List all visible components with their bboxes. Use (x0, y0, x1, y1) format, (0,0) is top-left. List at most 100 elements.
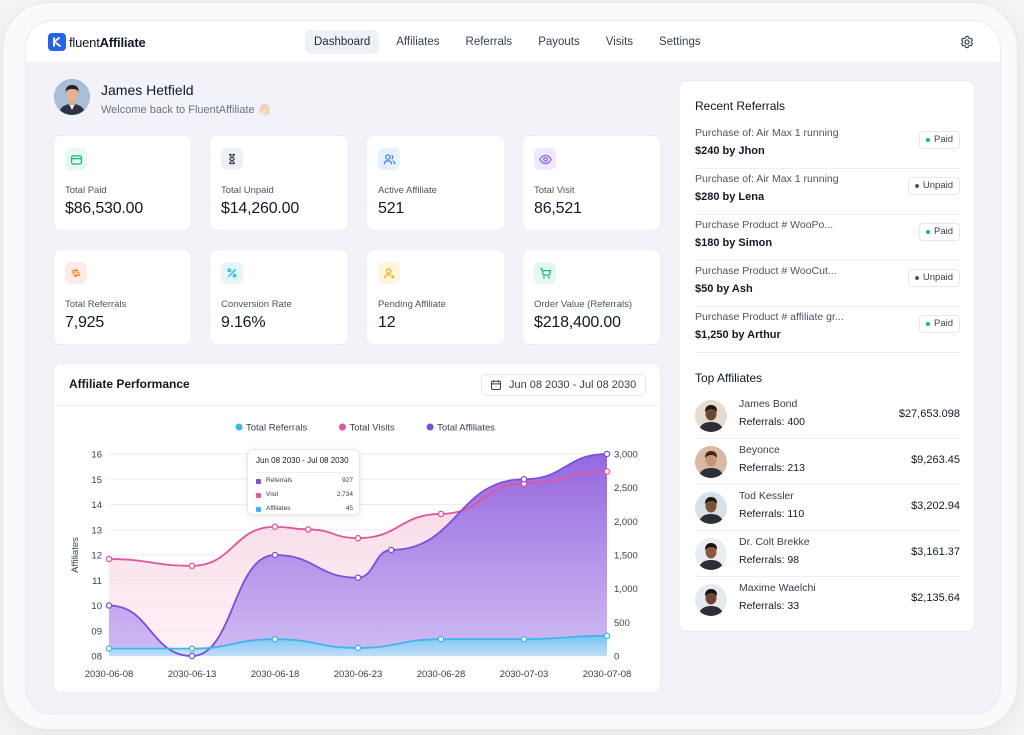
tooltip-value: 45 (345, 505, 353, 512)
brand-name-bold: Affiliate (99, 34, 146, 50)
user-pending-icon (378, 262, 400, 284)
x-tick-label: 2030-07-03 (500, 669, 549, 680)
stat-value: 9.16% (221, 314, 266, 331)
referral-row[interactable]: Purchase Product # affiliate gr... $1,25… (695, 307, 960, 353)
user-avatar[interactable] (54, 79, 90, 115)
percent-icon (221, 262, 243, 284)
stat-value: $14,260.00 (221, 200, 300, 217)
tooltip-swatch (256, 493, 261, 498)
stat-card-pending-affiliate[interactable]: Pending Affiliate 12 (366, 249, 505, 345)
total-referrals-point (271, 635, 279, 643)
date-range-picker[interactable]: Jun 08 2030 - Jul 08 2030 (481, 374, 646, 396)
stat-card-total-paid[interactable]: Total Paid $86,530.00 (53, 135, 192, 231)
affiliate-referrals: Referrals: 400 (739, 416, 805, 428)
y-right-tick-label: 3,000 (614, 450, 638, 461)
nav-settings[interactable]: Settings (650, 30, 710, 54)
nav-visits[interactable]: Visits (597, 30, 642, 54)
stat-value: 7,925 (65, 314, 105, 331)
affiliate-referrals: Referrals: 98 (739, 554, 800, 566)
y-right-tick-label: 2,000 (614, 517, 638, 528)
affiliate-amount: $3,161.37 (911, 546, 960, 558)
x-tick-label: 2030-06-13 (168, 669, 217, 680)
affiliate-row[interactable]: Dr. Colt Brekke Referrals: 98 $3,161.37 (695, 531, 960, 577)
referral-row[interactable]: Purchase of: Air Max 1 running $240 by J… (695, 123, 960, 169)
affiliate-avatar (695, 446, 727, 478)
stat-value: $86,530.00 (65, 200, 144, 217)
cart-icon (534, 262, 556, 284)
tooltip-divider (256, 472, 353, 473)
nav-payouts[interactable]: Payouts (529, 30, 589, 54)
y-right-tick-label: 1,500 (614, 551, 638, 562)
legend-swatch (426, 423, 434, 431)
affiliate-amount: $2,135.64 (911, 592, 960, 604)
y-right-tick-label: 0 (614, 652, 619, 663)
x-tick-label: 2030-06-18 (251, 669, 300, 680)
status-badge: Paid (918, 131, 960, 149)
tooltip-title: Jun 08 2030 - Jul 08 2030 (256, 456, 349, 465)
affiliate-amount: $3,202.94 (911, 500, 960, 512)
total-referrals-point (437, 635, 445, 643)
x-tick-label: 2030-06-08 (85, 669, 134, 680)
referral-row[interactable]: Purchase Product # WooPo... $180 by Simo… (695, 215, 960, 261)
x-tick-label: 2030-06-23 (334, 669, 383, 680)
gear-icon[interactable] (960, 35, 974, 49)
stat-card-total-unpaid[interactable]: Total Unpaid $14,260.00 (209, 135, 349, 231)
brand-logo[interactable]: fluentAffiliate (48, 33, 146, 51)
nav-referrals[interactable]: Referrals (457, 30, 522, 54)
stat-label: Total Paid (65, 185, 107, 196)
app-screen: fluentAffiliate Dashboard Affiliates Ref… (25, 20, 1001, 714)
nav-affiliates[interactable]: Affiliates (387, 30, 448, 54)
referral-icon (65, 262, 87, 284)
affiliate-row[interactable]: Maxime Waelchi Referrals: 33 $2,135.64 (695, 577, 960, 623)
tooltip-row-visit: Visit 2,734 (256, 491, 353, 501)
status-badge: Unpaid (907, 177, 960, 195)
y-left-tick-label: 10 (91, 601, 102, 612)
tooltip-label: Affiliates (266, 505, 291, 512)
referral-row[interactable]: Purchase Product # WooCut... $50 by Ash … (695, 261, 960, 307)
tooltip-value: 927 (342, 477, 353, 484)
y-axis-label: Affiliates (70, 537, 81, 573)
stat-card-active-affiliate[interactable]: Active Affiliate 521 (366, 135, 505, 231)
status-badge: Paid (918, 223, 960, 241)
hourglass-icon (221, 148, 243, 170)
stat-value: $218,400.00 (534, 314, 621, 331)
status-badge: Unpaid (907, 269, 960, 287)
top-affiliates-title: Top Affiliates (695, 371, 763, 385)
stat-label: Pending Affiliate (378, 299, 446, 310)
affiliate-name: James Bond (739, 398, 798, 410)
affiliate-row[interactable]: Tod Kessler Referrals: 110 $3,202.94 (695, 485, 960, 531)
referral-amount: $180 by Simon (695, 237, 773, 249)
affiliate-performance-card: Affiliate Performance Jun 08 2030 - Jul … (53, 363, 662, 693)
stat-label: Total Unpaid (221, 185, 274, 196)
affiliate-amount: $27,653.098 (898, 408, 960, 420)
user-name: James Hetfield (101, 82, 194, 98)
referral-description: Purchase Product # WooPo... (695, 219, 834, 231)
total-referrals-point (603, 632, 611, 640)
affiliate-row[interactable]: Beyonce Referrals: 213 $9,263.45 (695, 439, 960, 485)
y-left-tick-label: 14 (91, 500, 102, 511)
eye-icon (534, 148, 556, 170)
stat-label: Order Value (Referrals) (534, 299, 633, 310)
total-visits-point (105, 555, 113, 563)
total-visits-point (354, 534, 362, 542)
affiliate-row[interactable]: James Bond Referrals: 400 $27,653.098 (695, 393, 960, 439)
stat-label: Active Affiliate (378, 185, 437, 196)
affiliate-avatar (695, 400, 727, 432)
stat-card-total-visit[interactable]: Total Visit 86,521 (522, 135, 661, 231)
affiliate-name: Beyonce (739, 444, 780, 456)
stat-card-total-referrals[interactable]: Total Referrals 7,925 (53, 249, 192, 345)
total-visits-point (437, 510, 445, 518)
status-badge: Paid (918, 315, 960, 333)
referral-amount: $280 by Lena (695, 191, 765, 203)
brand-name: fluentAffiliate (69, 34, 146, 50)
nav-dashboard[interactable]: Dashboard (305, 30, 380, 54)
total-referrals-point (354, 644, 362, 652)
total-visits-point (304, 526, 312, 533)
referral-row[interactable]: Purchase of: Air Max 1 running $280 by L… (695, 169, 960, 215)
stat-card-order-value[interactable]: Order Value (Referrals) $218,400.00 (522, 249, 661, 345)
affiliate-referrals: Referrals: 110 (739, 508, 805, 520)
stat-card-conversion-rate[interactable]: Conversion Rate 9.16% (209, 249, 349, 345)
affiliate-name: Dr. Colt Brekke (739, 536, 810, 548)
affiliate-referrals: Referrals: 33 (739, 600, 800, 612)
referral-description: Purchase of: Air Max 1 running (695, 127, 839, 139)
